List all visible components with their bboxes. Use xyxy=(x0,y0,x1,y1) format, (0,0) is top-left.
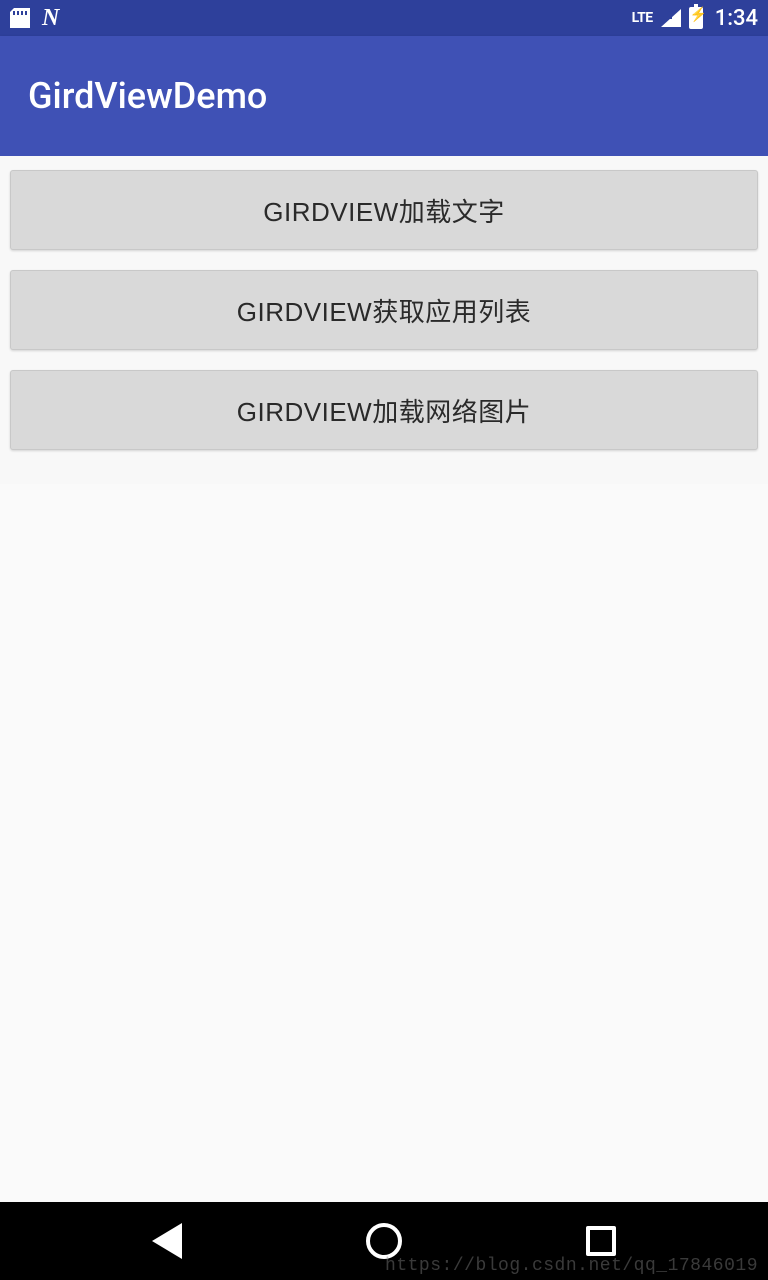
gridview-load-network-image-button[interactable]: GIRDVIEW加载网络图片 xyxy=(10,370,758,450)
button-label: GIRDVIEW加载网络图片 xyxy=(237,392,531,429)
button-label: GIRDVIEW获取应用列表 xyxy=(237,292,531,329)
gridview-load-text-button[interactable]: GIRDVIEW加载文字 xyxy=(10,170,758,250)
status-left-icons: N xyxy=(10,5,59,32)
cellular-signal-icon xyxy=(661,9,681,27)
android-n-icon: N xyxy=(42,5,59,32)
gridview-get-app-list-button[interactable]: GIRDVIEW获取应用列表 xyxy=(10,270,758,350)
lte-icon: LTE xyxy=(632,10,653,26)
sd-card-icon xyxy=(10,8,30,28)
app-title: GirdViewDemo xyxy=(28,75,267,117)
watermark-text: https://blog.csdn.net/qq_17846019 xyxy=(385,1256,758,1276)
back-icon[interactable] xyxy=(152,1223,182,1259)
home-icon[interactable] xyxy=(366,1223,402,1259)
button-label: GIRDVIEW加载文字 xyxy=(263,192,504,229)
main-content: GIRDVIEW加载文字 GIRDVIEW获取应用列表 GIRDVIEW加载网络… xyxy=(0,156,768,484)
battery-charging-icon xyxy=(689,7,703,29)
recent-apps-icon[interactable] xyxy=(586,1226,616,1256)
status-right-icons: LTE 1:34 xyxy=(632,6,758,31)
app-bar: GirdViewDemo xyxy=(0,36,768,156)
status-bar: N LTE 1:34 xyxy=(0,0,768,36)
clock: 1:34 xyxy=(715,6,758,31)
